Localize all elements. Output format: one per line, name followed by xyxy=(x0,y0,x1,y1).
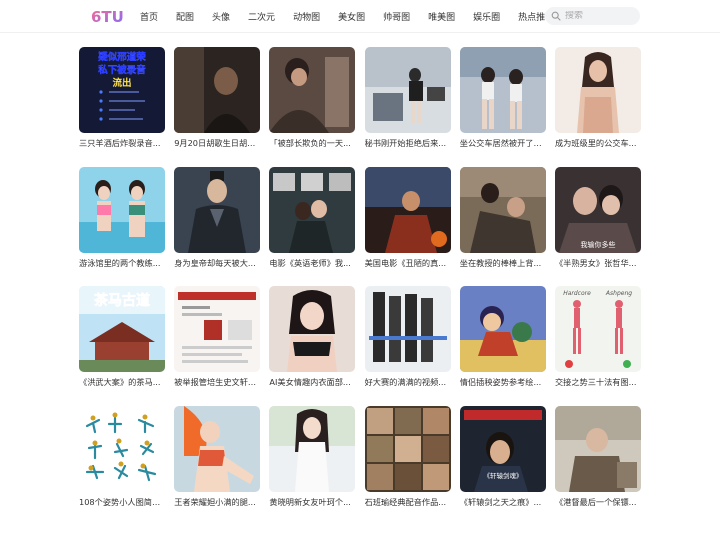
thumbnail[interactable] xyxy=(364,286,451,372)
thumbnail[interactable] xyxy=(459,286,546,372)
thumbnail[interactable] xyxy=(79,405,165,492)
image-card[interactable]: 「被部长欺负的一天... xyxy=(269,47,356,167)
thumbnail[interactable] xyxy=(364,405,451,492)
svg-text:Hardcore: Hardcore xyxy=(563,290,591,297)
nav-item-beauty[interactable]: 美女图 xyxy=(338,10,365,23)
card-caption[interactable]: 美国电影《丑陋的真... xyxy=(365,258,451,269)
card-caption[interactable]: 坐在教授的棒棒上背... xyxy=(460,258,546,269)
card-caption[interactable]: 王者荣耀妲小满的腿... xyxy=(174,497,260,508)
thumbnail[interactable]: 疑似邢道荣 私下被录音 流出 xyxy=(79,47,165,133)
image-card[interactable]: 被举报管培生史文轩5... xyxy=(174,286,261,406)
card-caption[interactable]: AI美女情趣内衣面部... xyxy=(269,377,355,388)
image-card[interactable]: 我输你多些 《半熟男女》张哲华... xyxy=(554,166,641,287)
card-caption[interactable]: 好大赛的满满的视频... xyxy=(365,377,451,388)
image-card[interactable]: 情侣插秧姿势参考绘... xyxy=(459,286,546,406)
site-logo[interactable]: 6TU xyxy=(90,6,128,26)
card-caption[interactable]: 坐公交车居然被开了2... xyxy=(460,138,546,149)
svg-text:流出: 流出 xyxy=(112,77,131,89)
card-caption[interactable]: 《轩辕剑之天之痕》... xyxy=(460,497,546,508)
nav-item-animals[interactable]: 动物图 xyxy=(293,10,320,23)
svg-text:茶马古道: 茶马古道 xyxy=(93,292,150,309)
search-icon xyxy=(551,11,561,21)
image-card[interactable]: 王者荣耀妲小满的腿... xyxy=(174,405,261,526)
thumbnail[interactable] xyxy=(174,166,261,253)
top-header: 6TU 首页 配图 头像 二次元 动物图 美女图 帅哥图 唯美图 娱乐圈 热点推… xyxy=(0,0,720,33)
thumbnail[interactable] xyxy=(554,405,641,492)
image-grid: 疑似邢道荣 私下被录音 流出 三只羊酒后炸裂录音... 9月20日胡歌生日胡歌.… xyxy=(79,47,641,525)
card-caption[interactable]: 情侣插秧姿势参考绘... xyxy=(460,377,546,388)
thumbnail[interactable]: 《轩辕剑魂》 xyxy=(459,405,546,492)
thumbnail[interactable] xyxy=(174,405,261,492)
image-card[interactable]: Hardcore Ashpeng 交接之势三十法有图... xyxy=(554,286,641,406)
card-caption[interactable]: 身为皇帝却每天被大... xyxy=(174,258,260,269)
nav-item-entertainment[interactable]: 娱乐圈 xyxy=(473,10,500,23)
thumbnail[interactable] xyxy=(364,166,451,253)
logo-icon: 6TU xyxy=(91,8,124,26)
image-card[interactable]: 成为班级里的公交车... xyxy=(554,47,641,167)
thumbnail[interactable]: 茶马古道 xyxy=(79,286,165,372)
image-card[interactable]: 茶马古道 《洪武大案》的茶马... xyxy=(79,286,165,406)
nav-item-anime[interactable]: 二次元 xyxy=(248,10,275,23)
search-box[interactable] xyxy=(545,7,640,25)
card-caption[interactable]: 石班瑜经典配音作品... xyxy=(365,497,451,508)
image-card[interactable]: 美国电影《丑陋的真... xyxy=(364,166,451,287)
thumbnail[interactable] xyxy=(459,47,546,133)
card-caption[interactable]: 三只羊酒后炸裂录音... xyxy=(79,138,165,149)
thumbnail[interactable]: 我输你多些 xyxy=(554,166,641,253)
thumbnail[interactable] xyxy=(269,405,356,492)
svg-text:疑似邢道荣: 疑似邢道荣 xyxy=(98,51,146,63)
main-nav: 首页 配图 头像 二次元 动物图 美女图 帅哥图 唯美图 娱乐圈 热点推荐 xyxy=(140,0,572,33)
image-card[interactable]: 《港督最后一个保镖... xyxy=(554,405,641,526)
nav-item-handsome[interactable]: 帅哥图 xyxy=(383,10,410,23)
search-input[interactable] xyxy=(565,11,635,21)
card-caption[interactable]: 「被部长欺负的一天... xyxy=(269,138,355,149)
image-card[interactable]: 好大赛的满满的视频... xyxy=(364,286,451,406)
image-card[interactable]: 秘书刚开始拒绝后来... xyxy=(364,47,451,167)
image-card[interactable]: 身为皇帝却每天被大... xyxy=(174,166,261,287)
nav-item-avatar[interactable]: 头像 xyxy=(212,10,230,23)
nav-item-aesthetic[interactable]: 唯美图 xyxy=(428,10,455,23)
nav-item-home[interactable]: 首页 xyxy=(140,10,158,23)
image-card[interactable]: 坐公交车居然被开了2... xyxy=(459,47,546,167)
image-card[interactable]: 游泳馆里的两个教练... xyxy=(79,166,165,287)
card-caption[interactable]: 《洪武大案》的茶马... xyxy=(79,377,165,388)
card-caption[interactable]: 电影《英语老师》我... xyxy=(269,258,355,269)
image-card[interactable]: 石班瑜经典配音作品... xyxy=(364,405,451,526)
image-card[interactable]: 坐在教授的棒棒上背... xyxy=(459,166,546,287)
image-card[interactable]: 黄晓明新女友叶珂个... xyxy=(269,405,356,526)
svg-text:《轩辕剑魂》: 《轩辕剑魂》 xyxy=(483,471,522,480)
card-caption[interactable]: 被举报管培生史文轩5... xyxy=(174,377,260,388)
card-caption[interactable]: 交接之势三十法有图... xyxy=(555,377,641,388)
thumbnail[interactable] xyxy=(364,47,451,133)
image-card[interactable]: 疑似邢道荣 私下被录音 流出 三只羊酒后炸裂录音... xyxy=(79,47,165,167)
thumbnail[interactable] xyxy=(269,286,356,372)
thumbnail[interactable] xyxy=(269,166,356,253)
image-card[interactable]: 《轩辕剑魂》 《轩辕剑之天之痕》... xyxy=(459,405,546,526)
card-caption[interactable]: 《港督最后一个保镖... xyxy=(555,497,641,508)
thumbnail[interactable] xyxy=(554,47,641,133)
card-caption[interactable]: 黄晓明新女友叶珂个... xyxy=(269,497,355,508)
image-card[interactable]: 电影《英语老师》我... xyxy=(269,166,356,287)
thumbnail[interactable] xyxy=(79,166,165,253)
thumbnail[interactable] xyxy=(269,47,356,133)
thumbnail[interactable]: Hardcore Ashpeng xyxy=(554,286,641,372)
thumbnail[interactable] xyxy=(174,47,261,133)
image-card[interactable]: AI美女情趣内衣面部... xyxy=(269,286,356,406)
thumbnail[interactable] xyxy=(459,166,546,253)
card-caption[interactable]: 108个姿势小人图简笔... xyxy=(79,497,165,508)
nav-item-peitu[interactable]: 配图 xyxy=(176,10,194,23)
card-caption[interactable]: 《半熟男女》张哲华... xyxy=(555,258,641,269)
card-caption[interactable]: 成为班级里的公交车... xyxy=(555,138,641,149)
svg-text:私下被录音: 私下被录音 xyxy=(97,64,146,76)
svg-text:我输你多些: 我输你多些 xyxy=(580,240,615,249)
image-card[interactable]: 9月20日胡歌生日胡歌... xyxy=(174,47,261,167)
image-card[interactable]: 108个姿势小人图简笔... xyxy=(79,405,165,526)
thumbnail[interactable] xyxy=(174,286,261,372)
card-caption[interactable]: 秘书刚开始拒绝后来... xyxy=(365,138,451,149)
card-caption[interactable]: 游泳馆里的两个教练... xyxy=(79,258,165,269)
svg-text:Ashpeng: Ashpeng xyxy=(605,290,632,297)
card-caption[interactable]: 9月20日胡歌生日胡歌... xyxy=(174,138,260,149)
svg-text:6TU: 6TU xyxy=(91,8,124,26)
